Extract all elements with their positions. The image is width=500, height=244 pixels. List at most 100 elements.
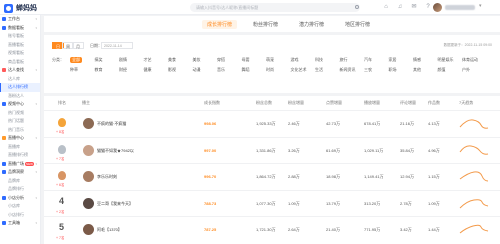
table-row[interactable]: 5 + 7名 阿毛【1370】 787.25 1,721.30万 2.64万 21.40万 7… [44, 216, 500, 242]
search-icon[interactable] [355, 5, 359, 9]
category-option[interactable]: 情感 [413, 57, 421, 63]
category-option[interactable]: 美妆 [193, 57, 201, 63]
logo[interactable]: 蝉妈妈 [4, 3, 37, 13]
home-icon[interactable]: ⌂ [382, 3, 390, 11]
message-icon[interactable]: ✉ [410, 3, 418, 11]
search-input[interactable]: 请输入抖音号/达人昵称/直播间标题 [190, 3, 360, 12]
category-option[interactable]: 舞蹈 [242, 67, 250, 73]
table-header: 粉丝增量 [288, 100, 304, 105]
chevron-down-icon[interactable]: ▾ [479, 3, 482, 9]
category-option[interactable]: 颜值 [438, 67, 446, 73]
category-option[interactable]: 其他 [413, 67, 421, 73]
sidebar-group[interactable]: 小店分析 ▾ [0, 194, 40, 203]
sidebar-item[interactable]: 热门话题 [0, 117, 40, 126]
category-option[interactable]: 剧情 [119, 57, 127, 63]
table-row[interactable]: + 6名 李乐乐时刻 996.70 1,864.72万 2.88万 18.98万 1,149… [44, 163, 500, 189]
sidebar-group[interactable]: 工作台 ▾ [0, 15, 40, 24]
sidebar-item[interactable]: 品牌排行 [0, 185, 40, 194]
sidebar-item[interactable]: 涨粉达人 [0, 92, 40, 101]
category-option[interactable]: 汽车 [364, 57, 372, 63]
category-option[interactable]: 时尚 [266, 67, 274, 73]
sidebar-item-label: 涨粉达人 [8, 92, 24, 98]
user-name-blurred[interactable] [445, 5, 475, 10]
category-option[interactable]: 户外 [462, 67, 470, 73]
category-option[interactable]: 美食 [168, 57, 176, 63]
category-option[interactable]: 科技 [315, 57, 323, 63]
sidebar-item[interactable]: 账号看板 [0, 32, 40, 41]
category-option[interactable]: 家居 [389, 57, 397, 63]
category-option[interactable]: 穿搭 [217, 57, 225, 63]
cell-plays: 313.20万 [364, 200, 381, 206]
bell-icon[interactable]: ♫ [396, 3, 404, 11]
sidebar-item-label: 达人库 [8, 75, 20, 81]
sidebar-item[interactable]: 商品看板 [0, 58, 40, 67]
category-option[interactable]: 生活 [315, 67, 323, 73]
sidebar-item[interactable]: 小店库 [0, 202, 40, 211]
avatar[interactable] [83, 224, 94, 235]
category-option[interactable]: 萌宠 [266, 57, 274, 63]
sidebar-item[interactable]: 热门音乐 [0, 126, 40, 135]
medal-icon [58, 144, 66, 154]
table-row[interactable]: 4 + 2名 豆二哥【我来今天】 788.73 1,077.30万 1.09万 13.79万… [44, 189, 500, 216]
table-row[interactable]: + 7名 猫猫不如我★7942以 997.00 1,331.86万 3.26万 61.69… [44, 136, 500, 163]
cell-comments: 3.42万 [400, 227, 412, 232]
date-select[interactable]: 2022-11-14 [101, 42, 133, 49]
sidebar: 工作台 ▾ 数据看板 ▾ 账号看板 直播看板 视频看板 商品看板 达人查找 ▾ 达人库达人排行榜 涨粉… [0, 15, 41, 244]
sidebar-group[interactable]: 品牌洞察 ▾ [0, 168, 40, 177]
category-option[interactable]: 影视 [168, 67, 176, 73]
sidebar-item[interactable]: 直播库 [0, 143, 40, 152]
category-option[interactable]: 体育运动 [462, 57, 478, 63]
sidebar-item[interactable]: 品牌库 [0, 177, 40, 186]
category-option[interactable]: 健康 [144, 67, 152, 73]
header-actions: ⌂ ♫ ✉ ? [382, 3, 432, 11]
sidebar-item[interactable]: 达人排行榜 [0, 83, 40, 92]
account-name[interactable]: 豆二哥【我来今天】 [97, 201, 133, 207]
category-option[interactable]: 全部 [70, 57, 82, 63]
tab-3[interactable]: 潜力排行榜 [294, 20, 329, 29]
sidebar-item[interactable]: 直播看板 [0, 41, 40, 50]
tab-1[interactable]: 成长排行榜 [202, 20, 238, 29]
sidebar-item[interactable]: 热门视频 [0, 109, 40, 118]
account-name[interactable]: 李乐乐时刻 [97, 174, 117, 180]
sidebar-group[interactable]: 视频中心 ▾ [0, 100, 40, 109]
category-option[interactable]: 搞笑 [95, 57, 103, 63]
sidebar-group[interactable]: 直播广场 NEW ▾ [0, 160, 40, 169]
category-option[interactable]: 财经 [119, 67, 127, 73]
period-toggle[interactable]: 月 [72, 42, 84, 49]
account-name[interactable]: 不疯的猫·不疯猫 [97, 121, 126, 127]
category-option[interactable]: 种草 [70, 67, 78, 73]
category-option[interactable]: 文化艺术 [291, 67, 307, 73]
account-name[interactable]: 阿毛【1370】 [97, 227, 122, 233]
help-icon[interactable]: ? [424, 3, 432, 11]
category-option[interactable]: 游戏 [291, 57, 299, 63]
category-option[interactable]: 旅行 [340, 57, 348, 63]
sidebar-group[interactable]: 数据看板 ▾ [0, 24, 40, 33]
sidebar-item[interactable]: 视频看板 [0, 49, 40, 58]
user-avatar[interactable] [433, 3, 442, 12]
category-option[interactable]: 母婴 [242, 57, 250, 63]
sidebar-group[interactable]: 直播中心 ▾ [0, 134, 40, 143]
account-name[interactable]: 猫猫不如我★7942以 [97, 148, 134, 154]
table-row[interactable]: + 8名 不疯的猫·不疯猫 998.06 1,925.33万 2.46万 42.73万 67… [44, 110, 500, 136]
tab-2[interactable]: 粉丝排行榜 [248, 20, 283, 29]
category-option[interactable]: 职场 [389, 67, 397, 73]
sidebar-item[interactable]: 直播排行榜 [0, 151, 40, 160]
avatar[interactable] [83, 144, 94, 156]
category-option[interactable]: 三农 [364, 67, 372, 73]
category-option[interactable]: 教育 [95, 67, 103, 73]
tab-4[interactable]: 地区排行榜 [340, 20, 375, 29]
sidebar-group[interactable]: 工具箱 ▾ [0, 219, 40, 228]
rank-change: + 7名 [56, 236, 65, 240]
avatar[interactable] [83, 197, 94, 209]
avatar[interactable] [83, 171, 94, 182]
avatar[interactable] [83, 118, 94, 129]
category-option[interactable]: 明星娱乐 [438, 57, 454, 63]
category-option[interactable]: 新闻资讯 [340, 67, 356, 73]
sidebar-item[interactable]: 达人库 [0, 75, 40, 84]
sidebar-group[interactable]: 达人查找 ▾ [0, 66, 40, 75]
category-option[interactable]: 动漫 [193, 67, 201, 73]
category-option[interactable]: 才艺 [144, 57, 152, 63]
table-header: 粉丝总数 [256, 100, 272, 105]
sidebar-item[interactable]: 小店排行 [0, 211, 40, 220]
category-option[interactable]: 音乐 [217, 67, 225, 73]
